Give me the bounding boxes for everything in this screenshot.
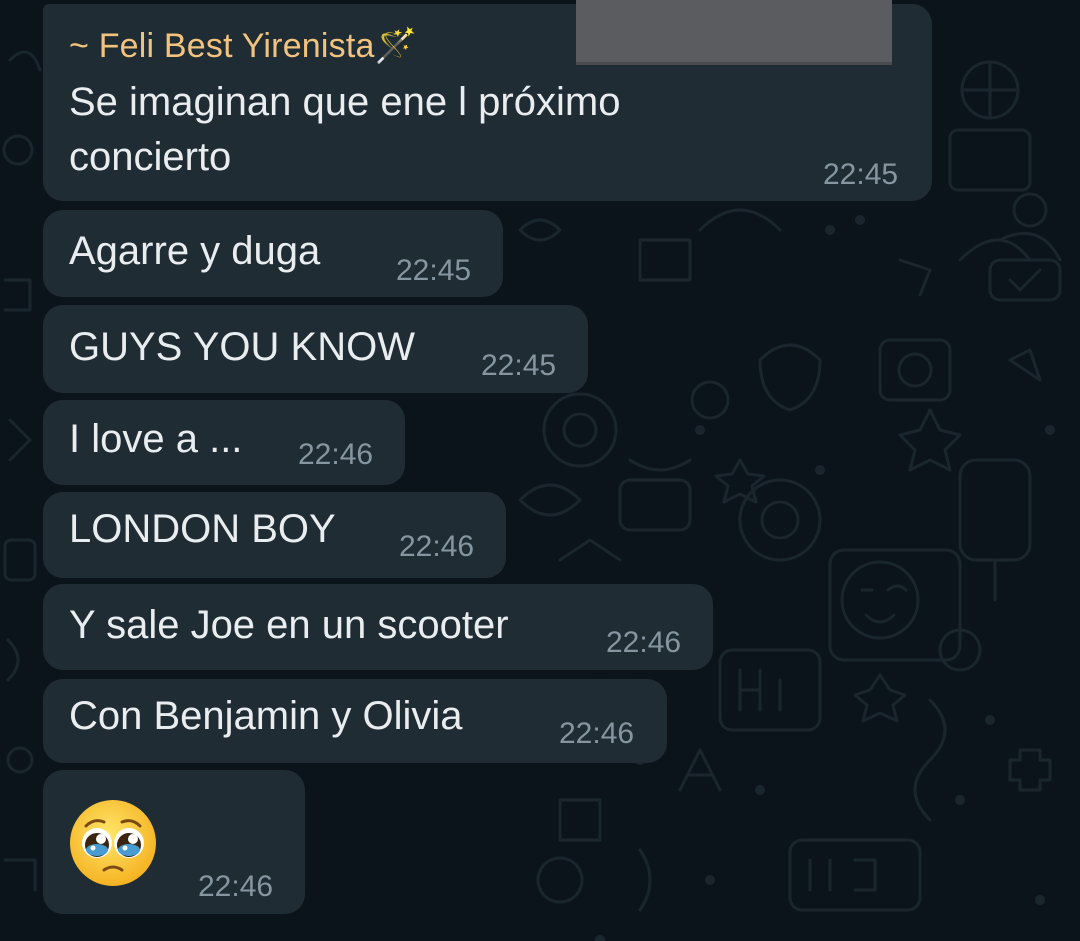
message-timestamp: 22:46 — [606, 626, 682, 659]
redacted-area — [576, 0, 892, 65]
message-bubble[interactable]: GUYS YOU KNOW 22:45 — [43, 305, 588, 393]
message-bubble[interactable]: Agarre y duga 22:45 — [43, 210, 503, 297]
message-text: Se imaginan que ene l próximo — [69, 80, 621, 124]
message-timestamp: 22:46 — [298, 438, 374, 471]
message-text: LONDON BOY — [69, 507, 336, 551]
pleading-face-icon — [70, 800, 156, 886]
message-bubble[interactable]: LONDON BOY 22:46 — [43, 492, 506, 578]
message-timestamp: 22:46 — [198, 870, 274, 903]
message-timestamp: 22:45 — [823, 158, 899, 191]
chat-message-list[interactable]: ~ Feli Best Yirenista🪄 Se imaginan que e… — [0, 0, 1080, 941]
message-bubble[interactable]: Con Benjamin y Olivia 22:46 — [43, 679, 667, 763]
message-timestamp: 22:45 — [396, 254, 472, 287]
message-timestamp: 22:46 — [399, 530, 475, 563]
message-bubble[interactable]: 22:46 — [43, 770, 305, 914]
message-text: concierto — [69, 135, 232, 179]
message-text: Agarre y duga — [69, 229, 321, 273]
message-text: Y sale Joe en un scooter — [69, 603, 509, 647]
message-timestamp: 22:46 — [559, 717, 635, 750]
message-text: I love a ... — [69, 417, 243, 461]
message-text: Con Benjamin y Olivia — [69, 694, 463, 738]
message-bubble[interactable]: I love a ... 22:46 — [43, 400, 405, 485]
message-timestamp: 22:45 — [481, 349, 557, 382]
message-text: GUYS YOU KNOW — [69, 325, 415, 369]
sender-name[interactable]: ~ Feli Best Yirenista🪄 — [69, 26, 417, 66]
message-bubble[interactable]: Y sale Joe en un scooter 22:46 — [43, 584, 713, 670]
